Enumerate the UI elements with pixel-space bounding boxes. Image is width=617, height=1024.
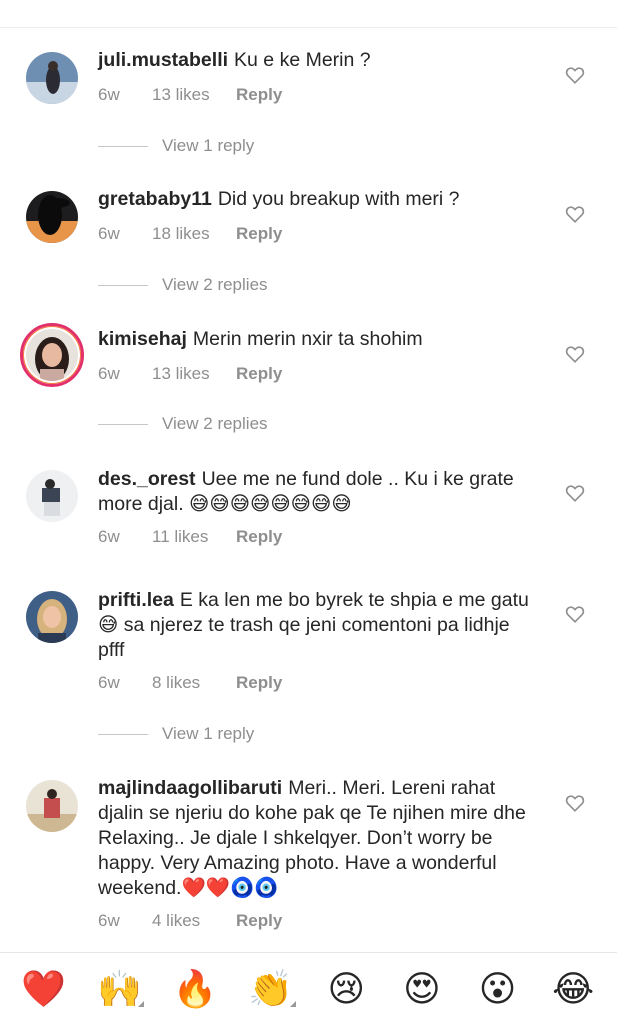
red-heart-emoji-button[interactable]: ❤️ bbox=[19, 968, 69, 1009]
comment-body: Did you breakup with meri ? bbox=[217, 188, 460, 210]
comment-time: 6w bbox=[98, 527, 120, 546]
comment-likes[interactable]: 4 likes bbox=[152, 911, 236, 931]
avatar[interactable] bbox=[20, 323, 84, 387]
reply-button[interactable]: Reply bbox=[236, 224, 282, 244]
comment-meta: 6w 13 likes Reply bbox=[98, 364, 282, 384]
heart-outline-icon[interactable] bbox=[565, 66, 585, 84]
comment-username[interactable]: juli.mustabelli bbox=[98, 49, 228, 71]
avatar[interactable] bbox=[26, 591, 78, 643]
reply-button[interactable]: Reply bbox=[236, 527, 282, 547]
heart-outline-icon[interactable] bbox=[565, 205, 585, 223]
comment-meta: 6w 18 likes Reply bbox=[98, 224, 282, 244]
divider bbox=[98, 733, 148, 735]
tears-of-joy-emoji-button[interactable]: 😂 bbox=[548, 968, 598, 1009]
emoji-reaction-bar: ❤️ 🙌 🔥 👏 😢 😍 😮 😂 bbox=[0, 952, 617, 1024]
surprised-face-emoji-button[interactable]: 😮 bbox=[473, 968, 523, 1009]
comment-username[interactable]: kimisehaj bbox=[98, 328, 187, 350]
comment-text: juli.mustabelli Ku e ke Merin ? bbox=[98, 48, 538, 73]
comment-meta: 6w 13 likes Reply bbox=[98, 85, 282, 105]
avatar[interactable] bbox=[26, 470, 78, 522]
comment-time: 6w bbox=[98, 364, 120, 383]
comment-likes[interactable]: 13 likes bbox=[152, 364, 236, 384]
view-replies-button[interactable]: View 2 replies bbox=[98, 275, 268, 295]
comment-username[interactable]: majlindaagollibaruti bbox=[98, 777, 282, 799]
avatar[interactable] bbox=[26, 52, 78, 104]
comment-likes[interactable]: 11 likes bbox=[152, 527, 236, 547]
heart-eyes-emoji-button[interactable]: 😍 bbox=[397, 968, 447, 1009]
comment-likes[interactable]: 18 likes bbox=[152, 224, 236, 244]
divider bbox=[0, 27, 617, 28]
raised-hands-emoji-button[interactable]: 🙌 bbox=[94, 967, 145, 1009]
view-replies-label: View 2 replies bbox=[162, 414, 268, 433]
skin-tone-indicator-icon bbox=[289, 1000, 296, 1007]
divider bbox=[98, 423, 148, 425]
comment-meta: 6w 4 likes Reply bbox=[98, 911, 282, 931]
fire-emoji-button[interactable]: 🔥 bbox=[170, 968, 220, 1009]
heart-outline-icon[interactable] bbox=[565, 605, 585, 623]
raised-hands-icon: 🙌 bbox=[97, 967, 142, 1009]
reply-button[interactable]: Reply bbox=[236, 673, 282, 693]
clapping-hands-icon: 👏 bbox=[248, 967, 294, 1009]
view-replies-button[interactable]: View 1 reply bbox=[98, 724, 254, 744]
comment-time: 6w bbox=[98, 224, 120, 243]
view-replies-label: View 2 replies bbox=[162, 275, 268, 294]
view-replies-label: View 1 reply bbox=[162, 724, 255, 743]
comment-meta: 6w 11 likes Reply bbox=[98, 527, 282, 547]
comment-username[interactable]: prifti.lea bbox=[98, 589, 174, 611]
comment-text: kimisehaj Merin merin nxir ta shohim bbox=[98, 327, 538, 352]
comment-meta: 6w 8 likes Reply bbox=[98, 673, 282, 693]
comment-text: des._orest Uee me ne fund dole .. Ku i ke… bbox=[98, 467, 538, 517]
comment-time: 6w bbox=[98, 911, 120, 930]
comment-body: Ku e ke Merin ? bbox=[234, 49, 371, 71]
comment-text: gretababy11 Did you breakup with meri ? bbox=[98, 187, 538, 212]
skin-tone-indicator-icon bbox=[138, 1000, 145, 1007]
reply-button[interactable]: Reply bbox=[236, 85, 282, 105]
avatar[interactable] bbox=[26, 780, 78, 832]
avatar[interactable] bbox=[26, 191, 78, 243]
heart-outline-icon[interactable] bbox=[565, 345, 585, 363]
divider bbox=[98, 145, 148, 147]
divider bbox=[98, 284, 148, 286]
comment-body: Merin merin nxir ta shohim bbox=[192, 328, 423, 350]
view-replies-button[interactable]: View 2 replies bbox=[98, 414, 268, 434]
comment-likes[interactable]: 8 likes bbox=[152, 673, 236, 693]
clapping-hands-emoji-button[interactable]: 👏 bbox=[246, 967, 296, 1009]
reply-button[interactable]: Reply bbox=[236, 364, 282, 384]
comment-username[interactable]: des._orest bbox=[98, 468, 196, 490]
heart-outline-icon[interactable] bbox=[565, 484, 585, 502]
heart-outline-icon[interactable] bbox=[565, 794, 585, 812]
comment-time: 6w bbox=[98, 673, 120, 692]
comment-username[interactable]: gretababy11 bbox=[98, 188, 212, 210]
crying-face-emoji-button[interactable]: 😢 bbox=[321, 968, 371, 1009]
comment-text: prifti.lea E ka len me bo byrek te shpia … bbox=[98, 588, 538, 663]
reply-button[interactable]: Reply bbox=[236, 911, 282, 931]
view-replies-button[interactable]: View 1 reply bbox=[98, 136, 254, 156]
comment-time: 6w bbox=[98, 85, 120, 104]
comment-likes[interactable]: 13 likes bbox=[152, 85, 236, 105]
comment-text: majlindaagollibaruti Meri.. Meri. Lereni … bbox=[98, 776, 538, 901]
view-replies-label: View 1 reply bbox=[162, 136, 255, 155]
